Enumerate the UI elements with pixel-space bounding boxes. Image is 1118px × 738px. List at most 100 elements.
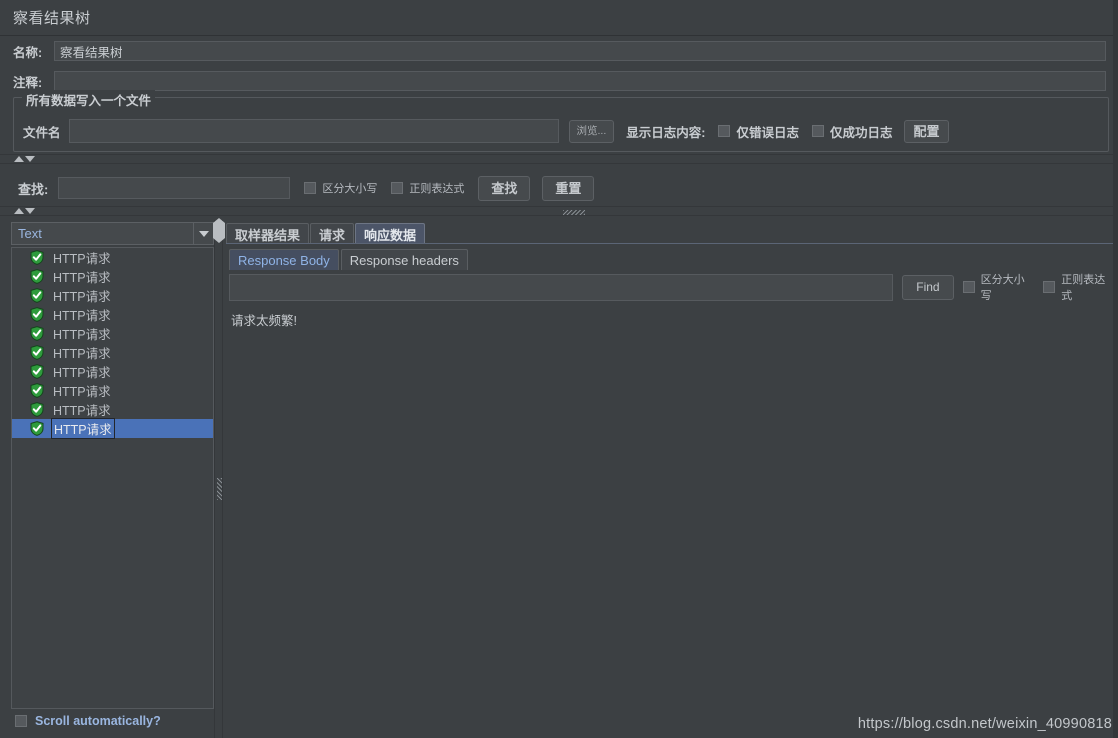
tree-item-http-request[interactable]: HTTP请求	[12, 267, 213, 286]
response-subtab-1[interactable]: Response headers	[340, 249, 468, 270]
page-title: 察看结果树	[13, 10, 91, 27]
splitter-middle[interactable]	[0, 206, 1118, 216]
response-body-text: 请求太频繁!	[231, 314, 297, 328]
tree-item-label: HTTP请求	[51, 418, 115, 439]
tree-item-http-request[interactable]: HTTP请求	[12, 248, 213, 267]
splitter-grip[interactable]	[563, 210, 585, 215]
results-tree-panel: Text HTTP请求 HTTP请求 HTTP请求 HTTP请求 HTTP请求 HTTP请…	[11, 222, 215, 734]
result-detail-panel: 取样器结果 请求 响应数据 Response Body Response header…	[226, 220, 1118, 738]
errors-only-checkbox[interactable]: 仅错误日志	[718, 122, 799, 141]
success-shield-icon	[30, 269, 44, 284]
comment-row: 注释:	[0, 68, 1118, 94]
filename-label: 文件名	[23, 125, 61, 140]
triangle-up-icon[interactable]	[14, 156, 24, 162]
scroll-automatically-label: Scroll automatically?	[35, 714, 161, 728]
search-regex-checkbox[interactable]: 正则表达式	[391, 180, 464, 196]
search-input[interactable]	[58, 177, 291, 199]
checkbox-box[interactable]	[391, 182, 404, 194]
search-bar: 查找: 区分大小写 正则表达式 查找 重置	[0, 170, 1118, 206]
tree-item-label: HTTP请求	[53, 404, 111, 418]
success-shield-icon	[30, 250, 44, 265]
splitter-collapse-arrows[interactable]	[14, 156, 35, 162]
tree-item-http-request[interactable]: HTTP请求	[12, 362, 213, 381]
splitter-collapse-arrows[interactable]	[14, 208, 35, 214]
log-display-label: 显示日志内容:	[626, 125, 706, 140]
checkbox-box[interactable]	[718, 125, 731, 137]
checkbox-box[interactable]	[811, 125, 824, 137]
success-shield-icon	[30, 421, 44, 436]
tree-item-http-request[interactable]: HTTP请求	[12, 400, 213, 419]
splitter-collapse-arrows[interactable]	[213, 218, 225, 243]
checkbox-box[interactable]	[15, 715, 27, 727]
tree-item-label: HTTP请求	[53, 366, 111, 380]
triangle-down-icon[interactable]	[25, 156, 35, 162]
browse-button[interactable]: 浏览...	[568, 119, 615, 143]
tree-item-http-request[interactable]: HTTP请求	[12, 381, 213, 400]
tree-item-label: HTTP请求	[53, 309, 111, 323]
response-find-input[interactable]	[229, 273, 894, 301]
search-case-sensitive-checkbox[interactable]: 区分大小写	[304, 180, 377, 196]
splitter-vertical[interactable]	[213, 218, 225, 738]
response-subtab-0[interactable]: Response Body	[229, 249, 339, 270]
triangle-up-icon[interactable]	[14, 208, 24, 214]
tree-item-label: HTTP请求	[53, 385, 111, 399]
checkbox-box[interactable]	[304, 182, 317, 194]
result-tab-2[interactable]: 响应数据	[355, 223, 426, 244]
write-results-to-file-group: 所有数据写入一个文件 文件名 浏览... 显示日志内容: 仅错误日志 仅成功日志…	[13, 90, 1109, 152]
tree-item-label: HTTP请求	[53, 290, 111, 304]
find-label: 查找:	[18, 181, 49, 197]
tree-item-label: HTTP请求	[53, 271, 111, 285]
splitter-grip[interactable]	[217, 478, 222, 500]
configure-button[interactable]: 配置	[904, 119, 949, 143]
tree-item-http-request[interactable]: HTTP请求	[12, 418, 213, 439]
success-shield-icon	[30, 288, 44, 303]
tree-item-http-request[interactable]: HTTP请求	[12, 305, 213, 324]
tree-item-http-request[interactable]: HTTP请求	[12, 343, 213, 362]
splitter-top[interactable]	[0, 154, 1118, 164]
successes-only-label: 仅成功日志	[829, 125, 893, 140]
search-find-button[interactable]: 查找	[478, 175, 531, 201]
checkbox-box[interactable]	[1043, 281, 1056, 293]
response-subtabs[interactable]: Response Body Response headers	[229, 249, 468, 270]
tree-item-http-request[interactable]: HTTP请求	[12, 324, 213, 343]
name-label: 名称:	[13, 45, 43, 60]
search-case-sensitive-label: 区分大小写	[322, 183, 378, 195]
triangle-right-icon[interactable]	[219, 218, 225, 243]
response-case-sensitive-checkbox[interactable]: 区分大小写	[962, 271, 1035, 303]
name-input[interactable]	[54, 41, 1106, 61]
comment-label: 注释:	[13, 75, 43, 90]
checkbox-box[interactable]	[962, 281, 975, 293]
success-shield-icon	[30, 326, 44, 341]
renderer-select[interactable]: Text	[11, 222, 214, 245]
group-title: 所有数据写入一个文件	[22, 90, 156, 109]
watermark: https://blog.csdn.net/weixin_40990818	[857, 716, 1112, 732]
results-tree[interactable]: HTTP请求 HTTP请求 HTTP请求 HTTP请求 HTTP请求 HTTP请求 HTTP…	[11, 247, 214, 709]
result-tabs[interactable]: 取样器结果 请求 响应数据	[226, 222, 426, 244]
response-case-sensitive-label: 区分大小写	[980, 274, 1025, 302]
errors-only-label: 仅错误日志	[736, 125, 799, 140]
window-right-edge	[1113, 0, 1118, 738]
search-reset-button[interactable]: 重置	[542, 175, 595, 201]
window-title-bar: 察看结果树	[0, 0, 1118, 36]
response-find-button[interactable]: Find	[902, 274, 954, 300]
response-data-panel: Response Body Response headers Find 区分大小写…	[226, 243, 1118, 738]
response-regex-checkbox[interactable]: 正则表达式	[1043, 271, 1115, 303]
response-regex-label: 正则表达式	[1061, 274, 1106, 302]
search-regex-label: 正则表达式	[409, 183, 465, 195]
tree-item-label: HTTP请求	[53, 328, 111, 342]
success-shield-icon	[30, 383, 44, 398]
success-shield-icon	[30, 364, 44, 379]
filename-input[interactable]	[68, 119, 559, 143]
tree-item-http-request[interactable]: HTTP请求	[12, 286, 213, 305]
tree-item-label: HTTP请求	[53, 252, 111, 266]
successes-only-checkbox[interactable]: 仅成功日志	[811, 122, 893, 141]
comment-input[interactable]	[54, 71, 1106, 91]
result-tab-1[interactable]: 请求	[310, 223, 355, 244]
result-tab-0[interactable]: 取样器结果	[226, 223, 310, 244]
view-results-tree-window: 察看结果树 名称: 注释: 所有数据写入一个文件 文件名 浏览... 显示日志内…	[0, 0, 1118, 738]
scroll-automatically-checkbox[interactable]: Scroll automatically?	[15, 714, 161, 728]
renderer-select-value: Text	[18, 226, 42, 241]
success-shield-icon	[30, 307, 44, 322]
chevron-down-icon[interactable]	[193, 223, 213, 244]
triangle-down-icon[interactable]	[25, 208, 35, 214]
